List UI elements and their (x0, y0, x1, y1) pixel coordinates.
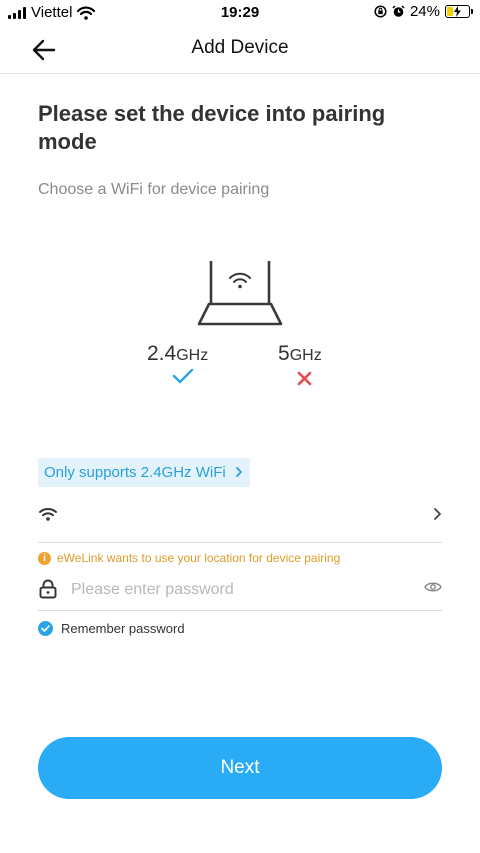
status-bar: Viettel 19:29 24% (0, 0, 480, 26)
supports-2-4ghz-link[interactable]: Only supports 2.4GHz WiFi (38, 458, 250, 487)
lock-icon (39, 579, 57, 599)
check-circle-icon (38, 621, 53, 636)
eye-icon[interactable] (424, 581, 442, 593)
status-right: 24% (374, 3, 473, 20)
band-5ghz-label: 5GHz (278, 342, 322, 366)
info-icon: i (38, 551, 51, 565)
check-icon (172, 368, 194, 384)
battery-fill (447, 7, 453, 16)
next-button[interactable]: Next (38, 737, 442, 799)
battery-charging-icon (445, 5, 473, 18)
wifi-icon (39, 508, 57, 521)
wifi-network-selector[interactable] (38, 497, 442, 543)
band-5-unit: GHz (289, 347, 322, 364)
router-illustration (197, 261, 283, 326)
supports-link-label: Only supports 2.4GHz WiFi (44, 464, 226, 481)
remember-password-label: Remember password (61, 621, 185, 636)
band-2-4-value: 2.4 (147, 342, 177, 365)
battery-percent: 24% (409, 3, 440, 20)
location-note-text: eWeLink wants to use your location for d… (57, 551, 341, 565)
band-5-value: 5 (278, 342, 290, 365)
orientation-lock-icon (374, 5, 387, 18)
add-device-screen: Viettel 19:29 24% Add Device Please set … (0, 0, 480, 853)
cross-icon (297, 371, 312, 386)
band-2-4-unit: GHz (176, 347, 209, 364)
chevron-right-icon (235, 467, 242, 477)
password-row (38, 571, 442, 611)
page-title: Add Device (191, 37, 289, 58)
band-2-4ghz-label: 2.4GHz (147, 342, 208, 366)
remember-password-checkbox[interactable]: Remember password (38, 621, 185, 636)
instructions-title: Please set the device into pairing mode (38, 101, 386, 154)
alarm-icon (392, 5, 405, 17)
password-input[interactable] (71, 575, 401, 605)
header: Add Device (0, 26, 480, 74)
location-permission-note: i eWeLink wants to use your location for… (38, 551, 340, 565)
chevron-right-icon (434, 508, 441, 520)
instructions-subtitle: Choose a WiFi for device pairing (38, 181, 270, 198)
